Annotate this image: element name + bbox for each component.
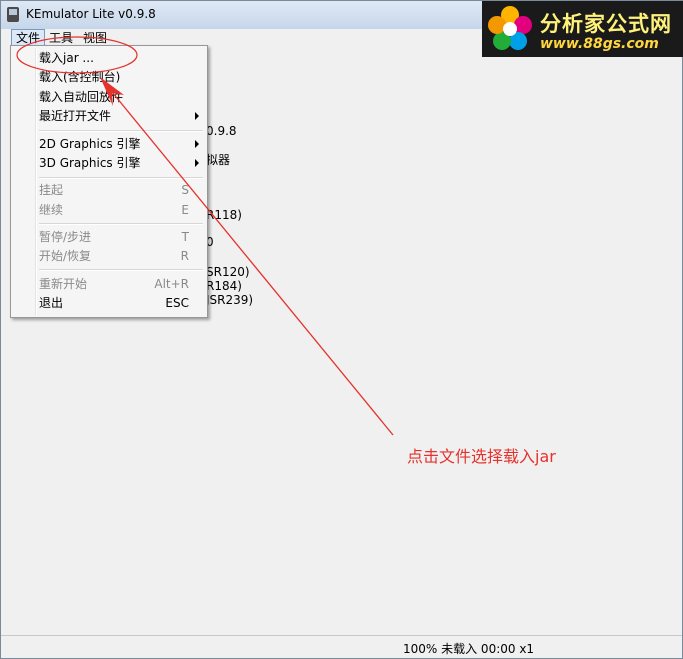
logo-name: 分析家公式网 (540, 12, 672, 36)
logo-url: www.88gs.com (540, 36, 659, 52)
arrow-line (111, 91, 394, 436)
annotation-text: 点击文件选择载入jar (407, 447, 556, 466)
watermark-logo: 分析家公式网 www.88gs.com (482, 1, 683, 57)
annotation-overlay (16, 36, 394, 436)
flower-logo-icon (488, 6, 532, 50)
highlight-ellipse (16, 36, 138, 74)
